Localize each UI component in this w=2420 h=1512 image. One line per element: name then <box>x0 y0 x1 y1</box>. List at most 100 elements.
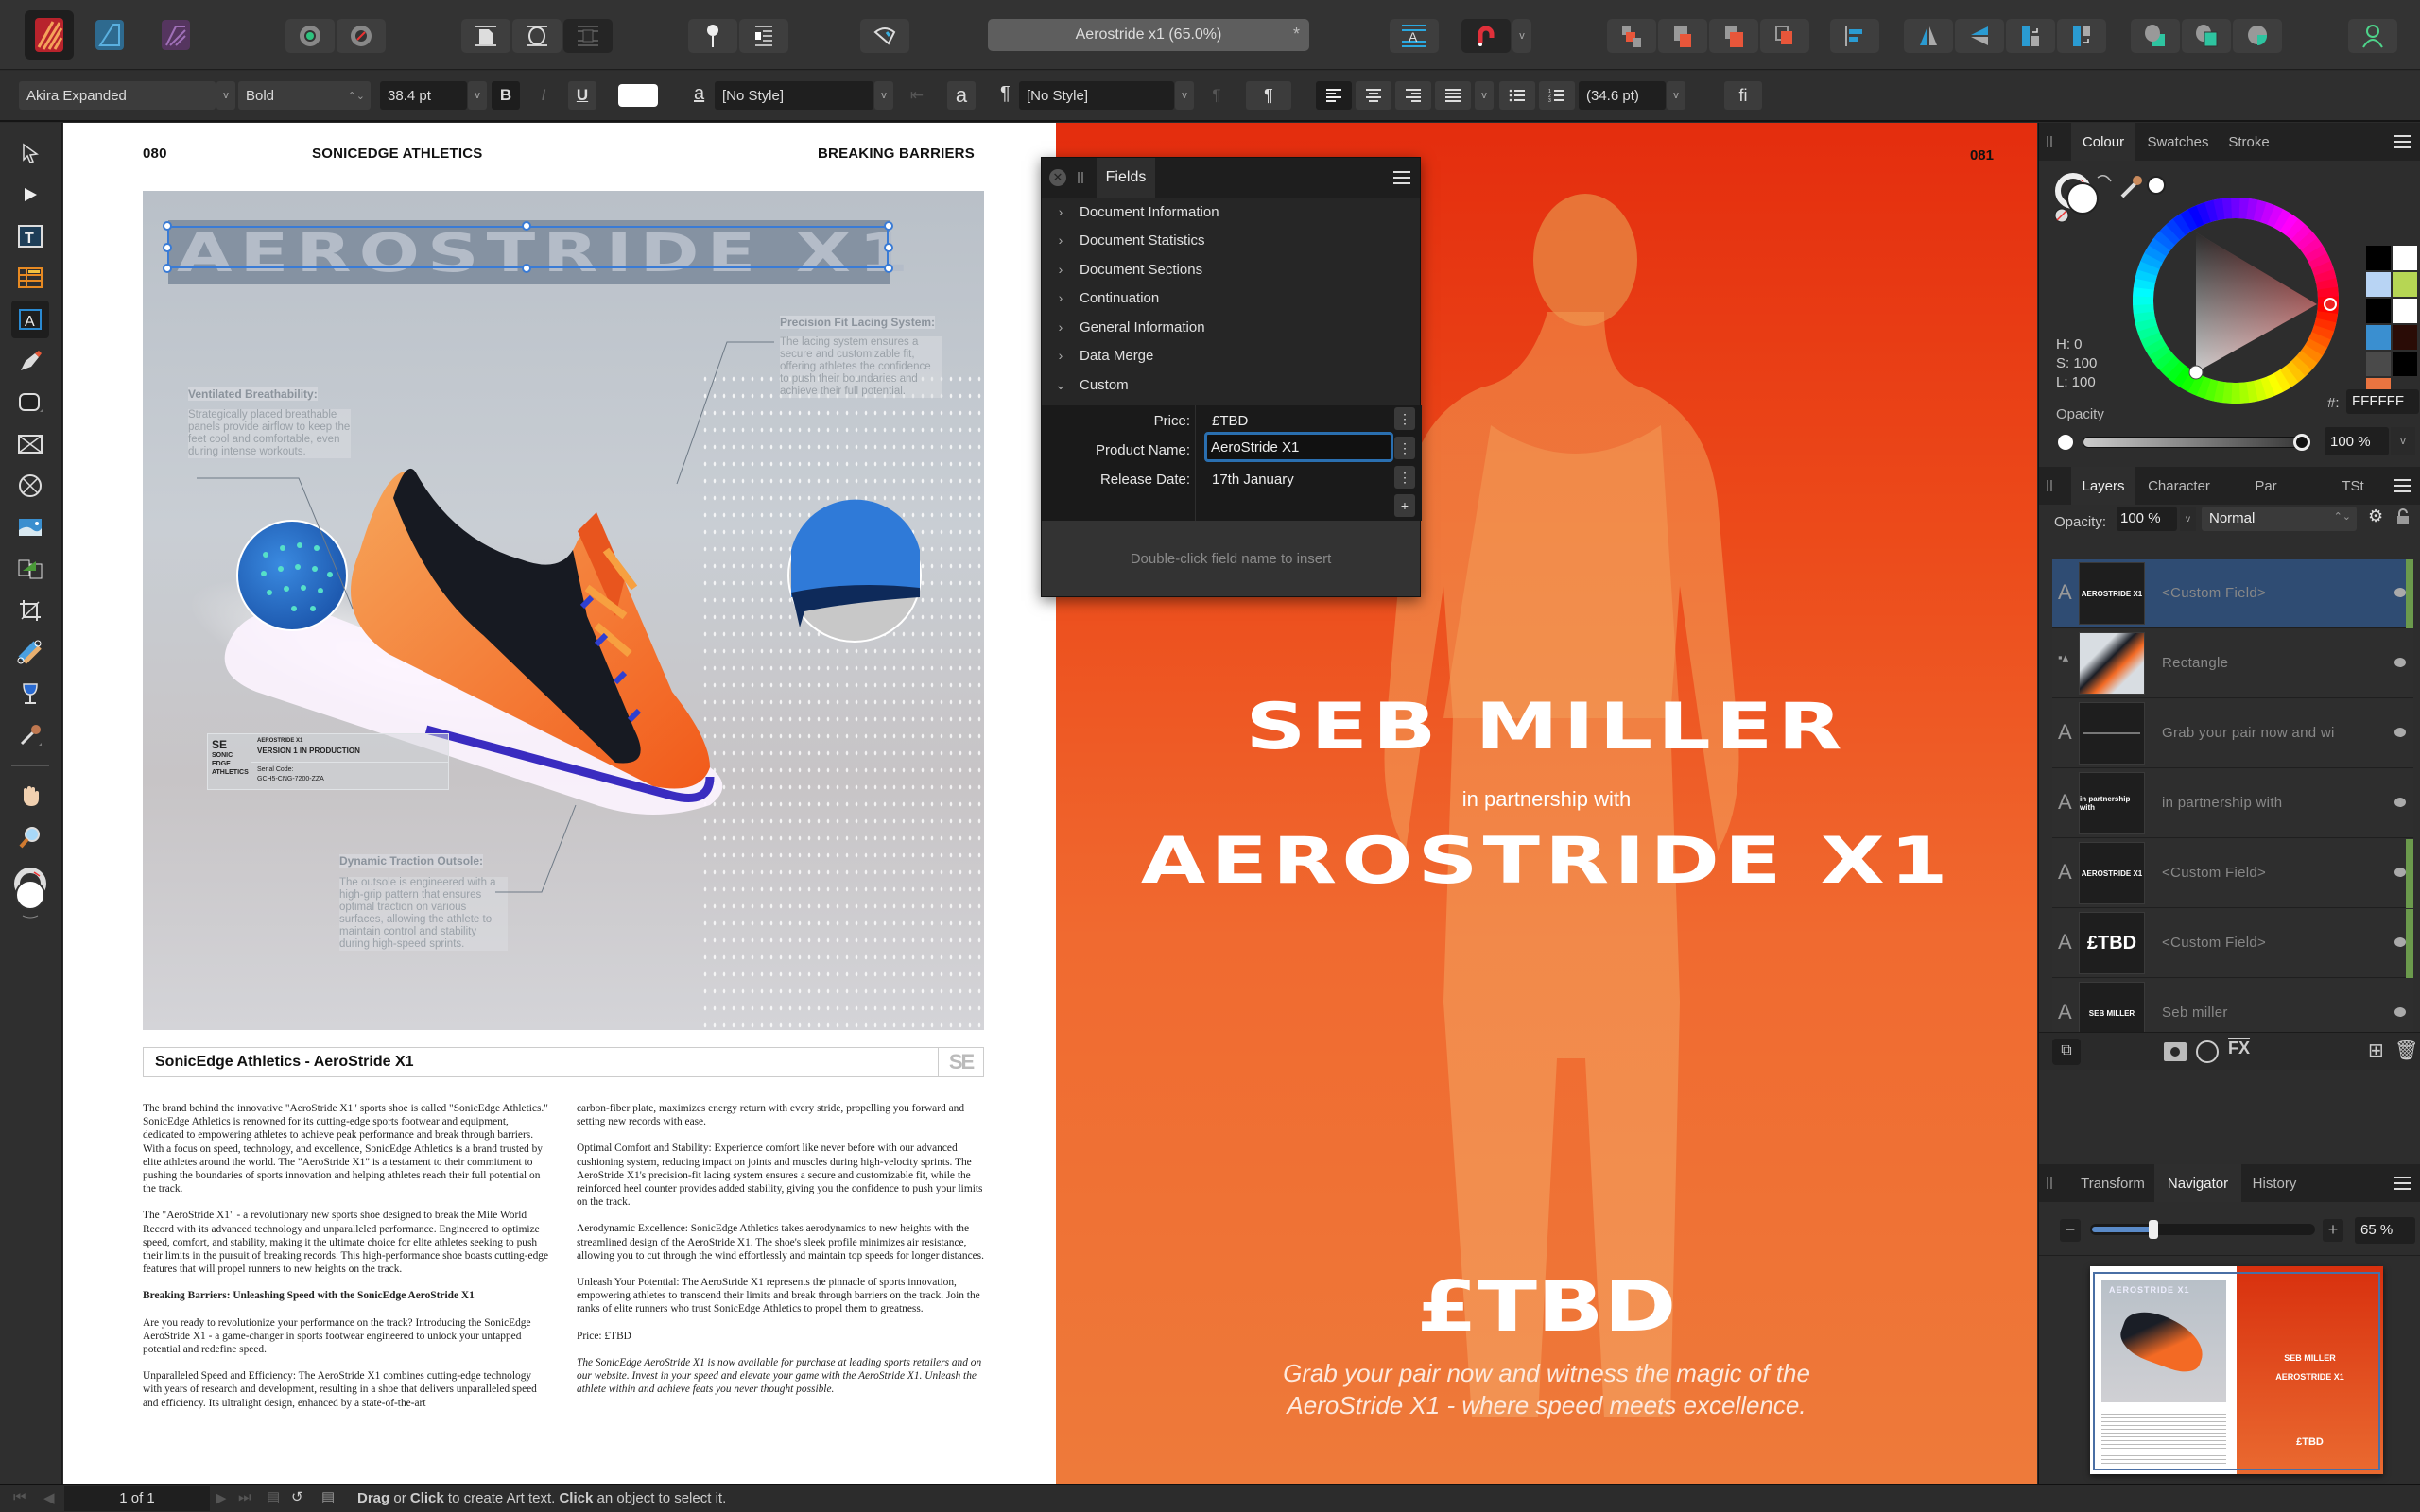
swatch[interactable] <box>2393 246 2417 270</box>
panel-menu-icon[interactable] <box>2394 1177 2411 1190</box>
document-title-tab[interactable]: Aerostride x1 (65.0%) * <box>988 19 1309 51</box>
swatch[interactable] <box>2393 352 2417 376</box>
font-family-dropdown[interactable]: v <box>216 81 235 110</box>
color-picker-tool[interactable] <box>11 716 49 754</box>
body-column-1[interactable]: The brand behind the innovative "AeroStr… <box>143 1102 551 1423</box>
move-back-one-button[interactable] <box>1658 19 1707 53</box>
transparency-tool[interactable] <box>11 675 49 713</box>
visibility-toggle[interactable] <box>2394 658 2406 667</box>
first-page-icon[interactable]: ⏮ <box>13 1489 26 1505</box>
text-fill-color-swatch[interactable] <box>618 84 658 107</box>
tab-swatches[interactable]: Swatches <box>2135 123 2221 161</box>
field-input-product-name[interactable]: AeroStride X1 <box>1204 432 1393 462</box>
char-style-apply-button[interactable]: a <box>947 81 976 110</box>
athlete-name[interactable]: SEB MILLER <box>1056 690 2037 765</box>
alignment-dropdown[interactable]: v <box>1475 81 1494 110</box>
align-button[interactable] <box>1830 19 1879 53</box>
artistic-text-tool[interactable]: A <box>11 301 49 338</box>
rotate-right-button[interactable] <box>2057 19 2106 53</box>
swatch[interactable] <box>2366 299 2391 323</box>
section-document-statistics[interactable]: › Document Statistics <box>1042 226 1422 254</box>
price-headline[interactable]: £TBD <box>1056 1266 2037 1348</box>
layer-row[interactable]: A AEROSTRIDE X1 <Custom Field> <box>2052 839 2413 908</box>
align-right-text-button[interactable] <box>1395 81 1431 110</box>
rectangle-tool[interactable] <box>11 384 49 421</box>
partnership-text[interactable]: in partnership with <box>1056 787 2037 812</box>
section-custom[interactable]: ⌄ Custom <box>1042 370 1422 399</box>
panel-menu-icon[interactable] <box>2394 135 2411 148</box>
last-page-icon[interactable]: ⏭ <box>238 1489 251 1505</box>
field-options-price[interactable]: ⋮ <box>1394 407 1415 430</box>
swatch[interactable] <box>2366 325 2391 350</box>
publisher-persona-button[interactable] <box>25 10 74 60</box>
layer-row[interactable]: ▪▴ Rectangle <box>2052 629 2413 698</box>
hero-image[interactable]: AEROSTRIDE X1 Precision Fit Lacing Syste… <box>143 191 984 1030</box>
flip-horizontal-button[interactable] <box>1904 19 1953 53</box>
navigator-view-box[interactable] <box>2093 1272 2380 1470</box>
layer-row[interactable]: A £TBD <Custom Field> <box>2052 909 2413 978</box>
tab-stroke[interactable]: Stroke <box>2221 123 2277 161</box>
bold-button[interactable]: B <box>492 81 520 110</box>
layers-arrange-icon[interactable]: ⧉ <box>2052 1039 2081 1065</box>
visibility-toggle[interactable] <box>2394 798 2406 807</box>
character-style-field[interactable]: [No Style] <box>715 81 873 110</box>
designer-persona-button[interactable] <box>85 10 134 60</box>
boolean-add-button[interactable] <box>2131 19 2180 53</box>
layer-row[interactable]: A Grab your pair now and wi <box>2052 699 2413 768</box>
drag-grip-icon[interactable] <box>2047 136 2052 147</box>
zoom-slider-knob[interactable] <box>2148 1220 2158 1239</box>
visibility-toggle[interactable] <box>2394 588 2406 597</box>
layer-row[interactable]: Ain partnership with in partnership with <box>2052 769 2413 838</box>
zoom-in-button[interactable]: + <box>2323 1219 2343 1242</box>
character-style-dropdown[interactable]: v <box>874 81 893 110</box>
wrap-shape-button[interactable] <box>512 19 562 53</box>
section-document-sections[interactable]: › Document Sections <box>1042 255 1422 284</box>
field-options-release-date[interactable]: ⋮ <box>1394 466 1415 489</box>
paragraph-style-dropdown[interactable]: v <box>1175 81 1194 110</box>
field-value-price[interactable]: £TBD <box>1212 413 1248 429</box>
rectangle-frame-tool[interactable] <box>11 425 49 463</box>
move-to-back-button[interactable] <box>1607 19 1656 53</box>
delete-layer-icon[interactable]: 🗑 <box>2394 1039 2418 1062</box>
zoom-out-button[interactable]: − <box>2060 1219 2081 1242</box>
font-family-field[interactable]: Akira Expanded <box>19 81 216 110</box>
drag-grip-icon[interactable] <box>2047 480 2052 491</box>
preferences-off-button[interactable] <box>337 19 386 53</box>
zoom-tool[interactable] <box>11 818 49 856</box>
boolean-intersect-button[interactable] <box>2233 19 2282 53</box>
tab-history[interactable]: History <box>2241 1164 2308 1202</box>
bullet-list-button[interactable] <box>1499 81 1535 110</box>
leading-dropdown[interactable]: v <box>1667 81 1685 110</box>
drag-grip-icon[interactable] <box>2047 1177 2052 1189</box>
opacity-input[interactable]: 100 % <box>2325 427 2389 455</box>
fill-tool[interactable] <box>11 633 49 671</box>
section-document-information[interactable]: › Document Information <box>1042 198 1422 226</box>
navigator-preview[interactable]: AEROSTRIDE X1 SEB MILLER AEROSTRIDE X1 £… <box>2090 1266 2383 1474</box>
swatch[interactable] <box>2366 352 2391 376</box>
rotate-view-icon[interactable]: ↺ <box>291 1488 303 1505</box>
visibility-toggle[interactable] <box>2394 1007 2406 1017</box>
lock-icon[interactable] <box>2396 508 2409 525</box>
crop-tool[interactable] <box>11 592 49 629</box>
numbered-list-button[interactable]: 123 <box>1539 81 1575 110</box>
swatch[interactable] <box>2393 299 2417 323</box>
swatch[interactable] <box>2366 246 2391 270</box>
drag-grip-icon[interactable] <box>1078 172 1083 183</box>
mask-layer-icon[interactable] <box>2164 1042 2187 1061</box>
move-to-front-button[interactable] <box>1760 19 1809 53</box>
ellipse-frame-tool[interactable] <box>11 467 49 505</box>
page-box-icon[interactable]: ▤ <box>321 1488 335 1505</box>
fx-icon[interactable]: FX <box>2228 1039 2250 1058</box>
opacity-dropdown[interactable]: v <box>2391 427 2415 455</box>
align-center-text-button[interactable] <box>1356 81 1392 110</box>
layer-settings-icon[interactable]: ⚙ <box>2368 507 2383 526</box>
left-page[interactable]: 080 SONICEDGE ATHLETICS BREAKING BARRIER… <box>63 123 1056 1484</box>
align-left-text-button[interactable] <box>1316 81 1352 110</box>
visibility-toggle[interactable] <box>2394 868 2406 877</box>
pin-button[interactable] <box>688 19 737 53</box>
italic-button[interactable]: I <box>529 81 558 110</box>
preflight-button[interactable] <box>860 19 909 53</box>
layer-row[interactable]: A SEB MILLER Seb miller <box>2052 979 2413 1032</box>
flip-vertical-button[interactable] <box>1955 19 2004 53</box>
snapping-dropdown[interactable]: v <box>1512 19 1531 53</box>
